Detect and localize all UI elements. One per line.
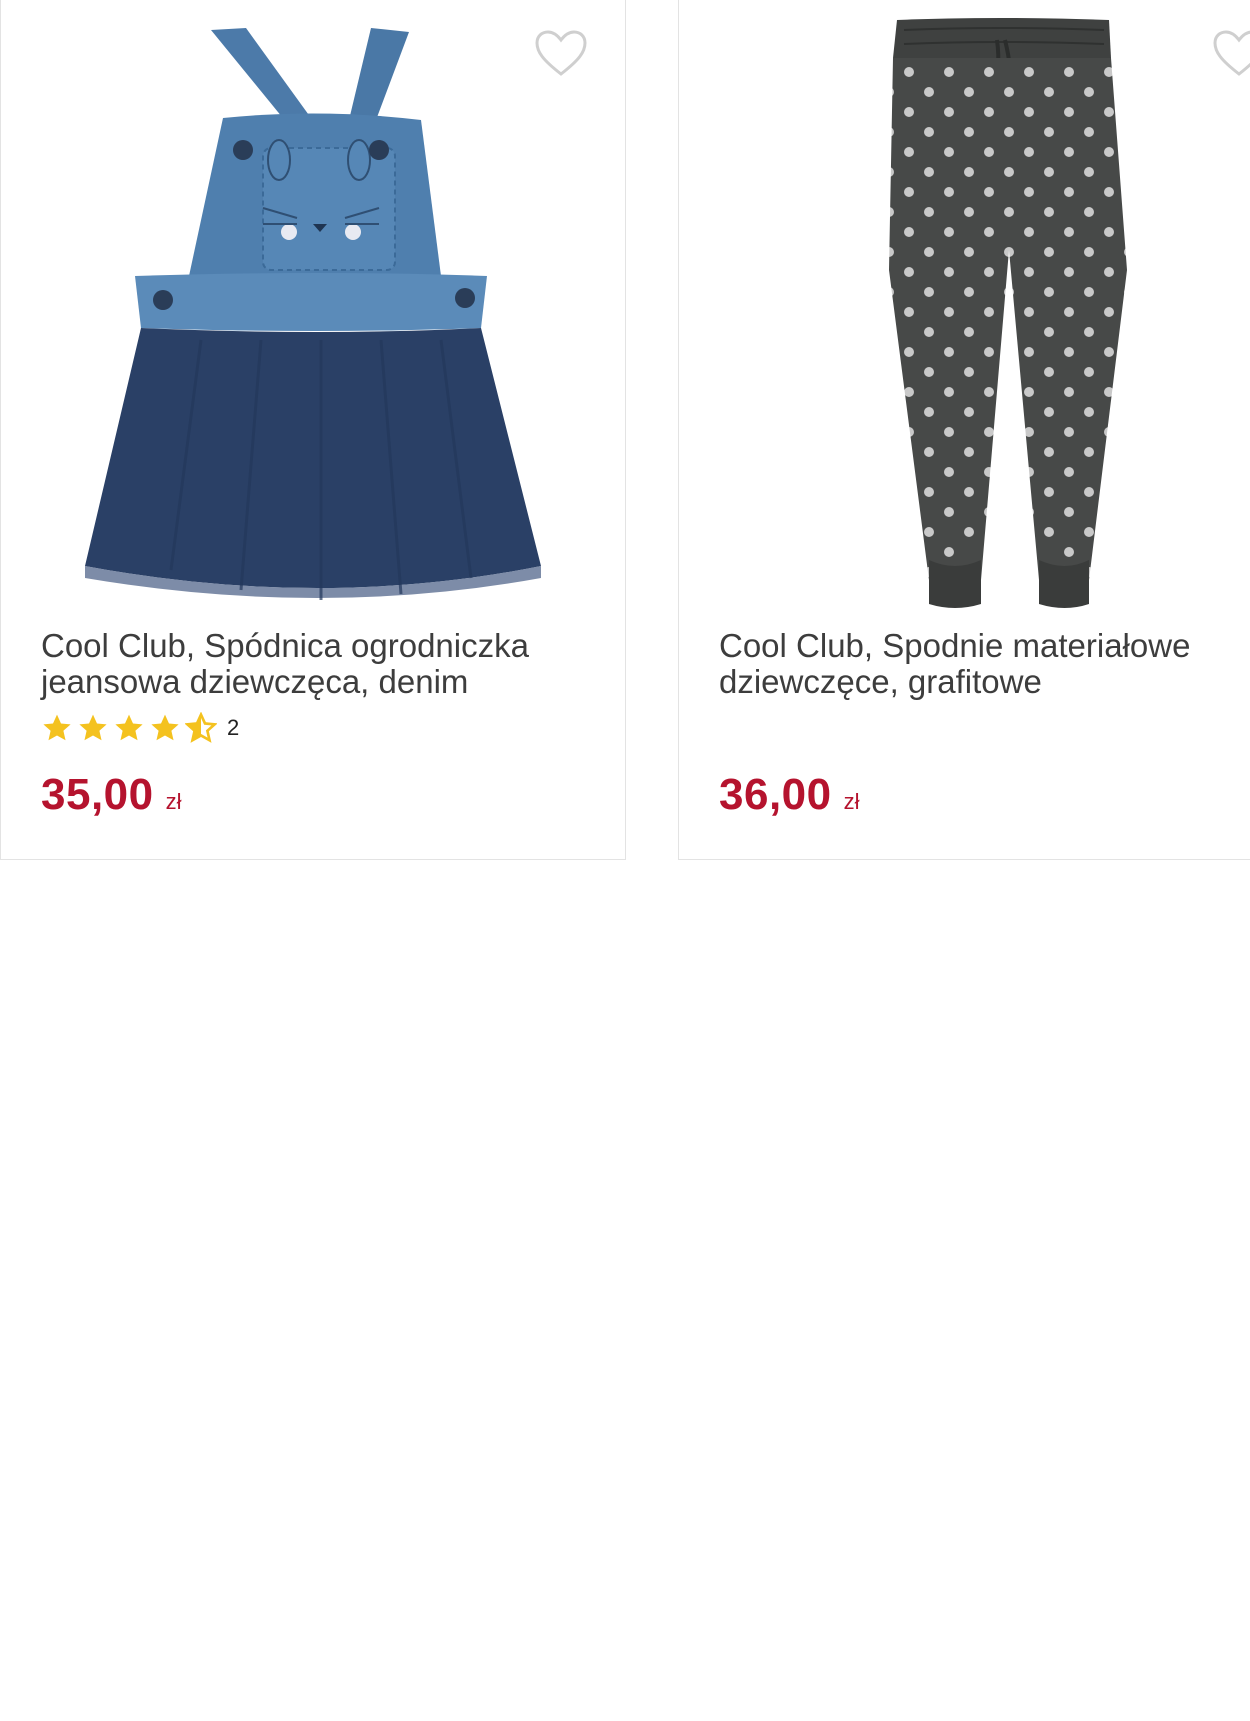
product-price: 35,00 zł (41, 770, 182, 820)
product-card[interactable]: Cool Club, Spodnie materiałowe dziewczęc… (678, 0, 1250, 860)
denim-pinafore-skirt-image (85, 28, 541, 600)
star-full-icon (115, 714, 143, 741)
product-price: 36,00 zł (719, 770, 860, 820)
rating-count: 2 (227, 715, 240, 740)
price-value: 35,00 (41, 770, 154, 819)
favorite-button[interactable] (1211, 28, 1250, 80)
price-value: 36,00 (719, 770, 832, 819)
product-image-polka-dot-trousers[interactable] (679, 0, 1250, 620)
product-title[interactable]: Cool Club, Spódnica ogrodniczka jeansowa… (41, 628, 605, 700)
star-full-icon (43, 714, 71, 741)
product-rating: 2 (41, 712, 239, 744)
star-full-icon (151, 714, 179, 741)
product-card[interactable]: Cool Club, Spódnica ogrodniczka jeansowa… (0, 0, 626, 860)
favorite-button[interactable] (533, 28, 589, 80)
heart-outline-icon (535, 30, 587, 76)
heart-outline-icon (1213, 30, 1250, 76)
product-title[interactable]: Cool Club, Spodnie materiałowe dziewczęc… (719, 628, 1247, 700)
polka-dot-trousers-image (889, 18, 1127, 608)
price-currency: zł (843, 789, 860, 814)
product-image-denim-pinafore[interactable] (1, 0, 625, 620)
price-currency: zł (165, 789, 182, 814)
star-half-icon (185, 712, 217, 743)
star-full-icon (79, 714, 107, 741)
